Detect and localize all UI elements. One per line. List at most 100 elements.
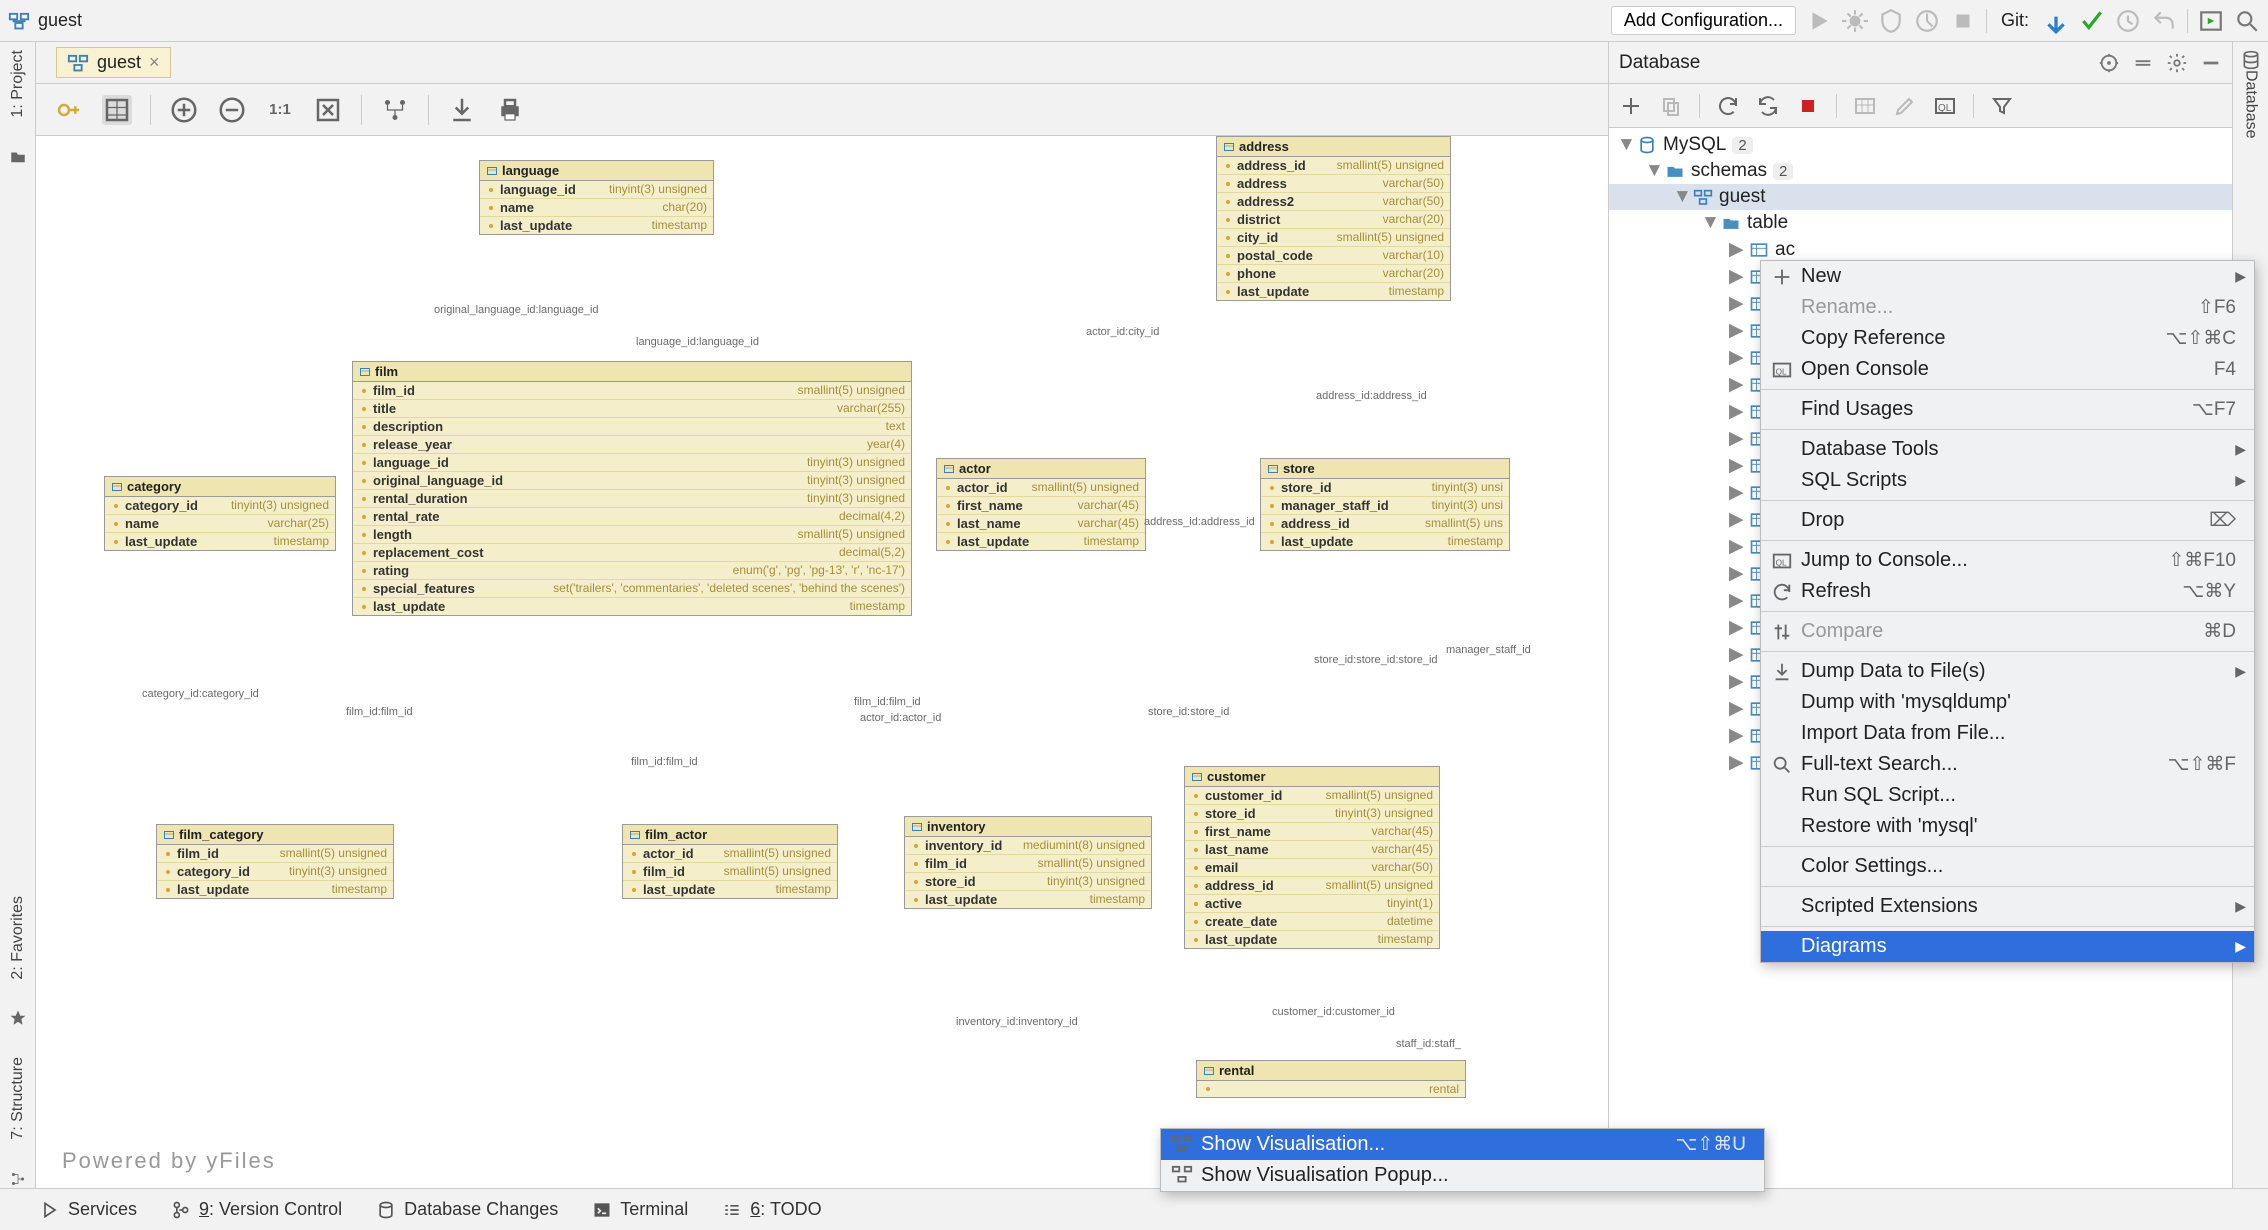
menu-item[interactable]: Restore with 'mysql' [1761, 811, 2254, 842]
menu-item[interactable]: Import Data from File... [1761, 718, 2254, 749]
entity-category[interactable]: categorycategory_idtinyint(3) unsignedna… [104, 476, 336, 551]
entity-film_actor[interactable]: film_actoractor_idsmallint(5) unsignedfi… [622, 824, 838, 899]
table-icon[interactable] [1853, 94, 1877, 118]
menu-item: Compare⌘D [1761, 616, 2254, 647]
fk-label: address_id:address_id [1144, 516, 1255, 528]
menu-item[interactable]: Color Settings... [1761, 851, 2254, 882]
duplicate-icon[interactable] [1659, 94, 1683, 118]
breadcrumb[interactable]: guest [38, 10, 82, 31]
db-changes-tool[interactable]: Database Changes [376, 1199, 558, 1220]
coverage-icon[interactable] [1878, 8, 1904, 34]
target-icon[interactable] [2098, 52, 2120, 74]
git-update-icon[interactable] [2043, 8, 2069, 34]
menu-item[interactable]: Copy Reference⌥⇧⌘C [1761, 323, 2254, 354]
git-label: Git: [2001, 10, 2029, 31]
favorites-tool[interactable]: 2: Favorites [9, 896, 27, 980]
layout-icon[interactable] [380, 95, 410, 125]
project-tool[interactable]: 1: Project [9, 50, 27, 118]
fit-content-icon[interactable] [313, 95, 343, 125]
menu-item[interactable]: Scripted Extensions▶ [1761, 891, 2254, 922]
services-tool[interactable]: Services [40, 1199, 137, 1220]
zoom-actual-button[interactable]: 1:1 [265, 95, 295, 125]
fk-label: manager_staff_id [1446, 644, 1531, 656]
entity-rental[interactable]: rentalrental [1196, 1060, 1466, 1098]
debug-icon[interactable] [1842, 8, 1868, 34]
sync-icon[interactable] [1756, 94, 1780, 118]
entity-language[interactable]: languagelanguage_idtinyint(3) unsignedna… [479, 160, 714, 235]
export-icon[interactable] [447, 95, 477, 125]
refresh-icon[interactable] [1716, 94, 1740, 118]
edit-icon[interactable] [1893, 94, 1917, 118]
entity-actor[interactable]: actoractor_idsmallint(5) unsignedfirst_n… [936, 458, 1146, 551]
tree-tables[interactable]: ▼table [1609, 210, 2232, 236]
menu-item[interactable]: Dump with 'mysqldump' [1761, 687, 2254, 718]
menu-item[interactable]: Run SQL Script... [1761, 780, 2254, 811]
entity-film_category[interactable]: film_categoryfilm_idsmallint(5) unsigned… [156, 824, 394, 899]
zoom-out-icon[interactable] [217, 95, 247, 125]
menu-item[interactable]: QLJump to Console...⇧⌘F10 [1761, 545, 2254, 576]
ide-scripting-icon[interactable] [2198, 8, 2224, 34]
entity-film[interactable]: filmfilm_idsmallint(5) unsignedtitlevarc… [352, 361, 912, 616]
close-tab-icon[interactable]: × [149, 52, 160, 73]
menu-item[interactable]: New▶ [1761, 261, 2254, 292]
tab-label: guest [97, 52, 141, 73]
database-panel-title: Database [1619, 52, 2086, 74]
editor-tab-guest[interactable]: guest × [56, 47, 171, 78]
git-commit-icon[interactable] [2079, 8, 2105, 34]
menu-item[interactable]: Show Visualisation...⌥⇧⌘U [1161, 1129, 1764, 1160]
svg-text:QL: QL [1776, 367, 1787, 376]
tree-schema-guest[interactable]: ▼guest [1609, 184, 2232, 210]
database-strip-icon [2241, 50, 2261, 70]
all-columns-icon[interactable] [102, 95, 132, 125]
vcs-tool[interactable]: 9: Version Control [171, 1199, 342, 1220]
menu-item[interactable]: Show Visualisation Popup... [1161, 1160, 1764, 1191]
filter-icon[interactable] [1990, 94, 2014, 118]
ql-console-icon[interactable]: QL [1933, 94, 1957, 118]
database-tool[interactable]: Database [2242, 70, 2260, 139]
gear-icon[interactable] [2166, 52, 2188, 74]
menu-item[interactable]: QLOpen ConsoleF4 [1761, 354, 2254, 385]
entity-address[interactable]: addressaddress_idsmallint(5) unsignedadd… [1216, 136, 1451, 301]
schema-icon [67, 54, 89, 72]
fk-label: language_id:language_id [636, 336, 759, 348]
menu-item[interactable]: Database Tools▶ [1761, 434, 2254, 465]
entity-inventory[interactable]: inventoryinventory_idmediumint(8) unsign… [904, 816, 1152, 909]
zoom-in-icon[interactable] [169, 95, 199, 125]
menu-item[interactable]: SQL Scripts▶ [1761, 465, 2254, 496]
menu-item[interactable]: Find Usages⌥F7 [1761, 394, 2254, 425]
svg-text:QL: QL [1938, 103, 1952, 114]
profile-icon[interactable] [1914, 8, 1940, 34]
star-icon [9, 1009, 27, 1027]
git-history-icon[interactable] [2115, 8, 2141, 34]
run-icon[interactable] [1806, 8, 1832, 34]
context-submenu-diagrams[interactable]: Show Visualisation...⌥⇧⌘UShow Visualisat… [1160, 1128, 1765, 1192]
hide-icon[interactable] [2200, 52, 2222, 74]
fk-label: original_language_id:language_id [434, 304, 599, 316]
git-rollback-icon[interactable] [2151, 8, 2177, 34]
add-configuration-button[interactable]: Add Configuration... [1611, 6, 1796, 35]
structure-tool[interactable]: 7: Structure [9, 1057, 27, 1140]
collapse-icon[interactable] [2132, 52, 2154, 74]
menu-item[interactable]: Drop⌦ [1761, 505, 2254, 536]
tree-table[interactable]: ▶ac [1609, 236, 2232, 263]
menu-item[interactable]: Dump Data to File(s)▶ [1761, 656, 2254, 687]
tree-datasource[interactable]: ▼MySQL2 [1609, 132, 2232, 158]
key-columns-icon[interactable] [54, 95, 84, 125]
menu-item[interactable]: Full-text Search...⌥⇧⌘F [1761, 749, 2254, 780]
entity-store[interactable]: storestore_idtinyint(3) unsimanager_staf… [1260, 458, 1510, 551]
terminal-tool[interactable]: Terminal [592, 1199, 688, 1220]
stop-icon[interactable] [1950, 8, 1976, 34]
powered-by-label: Powered by yFiles [62, 1148, 276, 1174]
print-icon[interactable] [495, 95, 525, 125]
fk-label: staff_id:staff_ [1396, 1038, 1461, 1050]
stop-icon[interactable] [1796, 94, 1820, 118]
entity-customer[interactable]: customercustomer_idsmallint(5) unsigneds… [1184, 766, 1440, 949]
fk-label: customer_id:customer_id [1272, 1006, 1395, 1018]
todo-tool[interactable]: 6: TODO [722, 1199, 821, 1220]
menu-item[interactable]: Refresh⌥⌘Y [1761, 576, 2254, 607]
menu-item[interactable]: Diagrams▶ [1761, 931, 2254, 962]
search-everywhere-icon[interactable] [2234, 8, 2260, 34]
context-menu[interactable]: New▶Rename...⇧F6Copy Reference⌥⇧⌘CQLOpen… [1760, 260, 2255, 963]
tree-schemas[interactable]: ▼schemas2 [1609, 158, 2232, 184]
add-icon[interactable] [1619, 94, 1643, 118]
